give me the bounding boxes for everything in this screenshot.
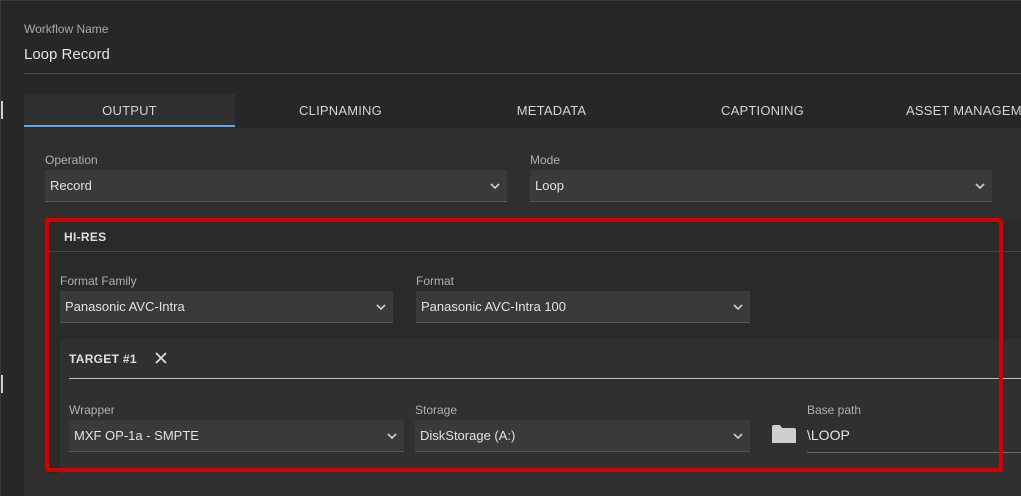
mode-label: Mode — [530, 153, 561, 167]
chevron-down-icon — [375, 301, 387, 313]
base-path-input[interactable]: \LOOP — [807, 427, 850, 443]
hires-title: HI-RES — [64, 230, 107, 244]
workflow-tabs: OUTPUT CLIPNAMING METADATA CAPTIONING AS… — [24, 94, 1021, 128]
chevron-down-icon — [489, 180, 501, 192]
tab-output[interactable]: OUTPUT — [24, 94, 235, 127]
mode-value: Loop — [535, 178, 564, 193]
tab-metadata[interactable]: METADATA — [446, 94, 657, 127]
operation-value: Record — [50, 178, 92, 193]
target-divider — [69, 378, 1021, 379]
close-icon[interactable] — [154, 351, 168, 365]
storage-select[interactable]: DiskStorage (A:) — [415, 420, 750, 452]
chevron-down-icon — [732, 301, 744, 313]
hires-divider — [45, 251, 1021, 252]
mode-select[interactable]: Loop — [530, 170, 992, 202]
storage-value: DiskStorage (A:) — [420, 428, 516, 443]
target-section — [60, 339, 1021, 474]
format-value: Panasonic AVC-Intra 100 — [421, 299, 567, 314]
active-tab-indicator — [24, 125, 235, 127]
workflow-name-underline — [24, 73, 1021, 74]
window-edge-marker — [1, 101, 3, 119]
tab-clipnaming[interactable]: CLIPNAMING — [235, 94, 446, 127]
wrapper-select[interactable]: MXF OP-1a - SMPTE — [69, 420, 404, 452]
chevron-down-icon — [974, 180, 986, 192]
base-path-label: Base path — [807, 403, 862, 417]
target-title: TARGET #1 — [69, 352, 137, 366]
format-family-value: Panasonic AVC-Intra — [65, 299, 185, 314]
window-edge-marker — [1, 375, 3, 393]
workflow-name-label: Workflow Name — [24, 22, 109, 36]
tab-asset-management[interactable]: ASSET MANAGEME — [868, 94, 1021, 127]
wrapper-value: MXF OP-1a - SMPTE — [74, 428, 199, 443]
storage-label: Storage — [415, 403, 458, 417]
wrapper-label: Wrapper — [69, 403, 115, 417]
chevron-down-icon — [732, 430, 744, 442]
workflow-name-field[interactable]: Loop Record — [24, 46, 110, 63]
workflow-editor: Workflow Name Loop Record OUTPUT CLIPNAM… — [0, 0, 1021, 496]
chevron-down-icon — [386, 430, 398, 442]
format-label: Format — [416, 274, 455, 288]
tab-captioning[interactable]: CAPTIONING — [657, 94, 868, 127]
format-family-label: Format Family — [60, 274, 137, 288]
operation-label: Operation — [45, 153, 98, 167]
operation-select[interactable]: Record — [45, 170, 507, 202]
format-select[interactable]: Panasonic AVC-Intra 100 — [416, 291, 750, 323]
base-path-underline — [807, 452, 1021, 453]
format-family-select[interactable]: Panasonic AVC-Intra — [60, 291, 393, 323]
folder-icon[interactable] — [771, 424, 797, 444]
